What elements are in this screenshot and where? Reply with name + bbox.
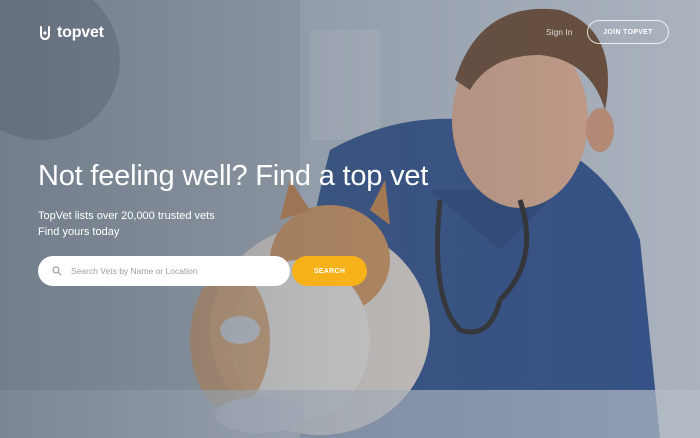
search-input[interactable] (69, 265, 273, 277)
join-button[interactable]: JOIN TOPVET (587, 20, 669, 44)
search-icon (52, 266, 62, 276)
hero-subline-2: Find yours today (38, 226, 120, 238)
vet-logo-icon (40, 26, 50, 41)
brand-logo[interactable]: topvet (38, 24, 104, 42)
sign-in-link[interactable]: Sign In (546, 27, 572, 37)
search-button[interactable]: SEARCH (292, 256, 367, 286)
hero-subline-1: TopVet lists over 20,000 trusted vets (38, 210, 215, 222)
search-bar[interactable] (38, 256, 290, 286)
hero-subtext: TopVet lists over 20,000 trusted vets Fi… (38, 208, 215, 240)
brand-name: topvet (57, 24, 104, 41)
hero-headline: Not feeling well? Find a top vet (38, 160, 429, 192)
